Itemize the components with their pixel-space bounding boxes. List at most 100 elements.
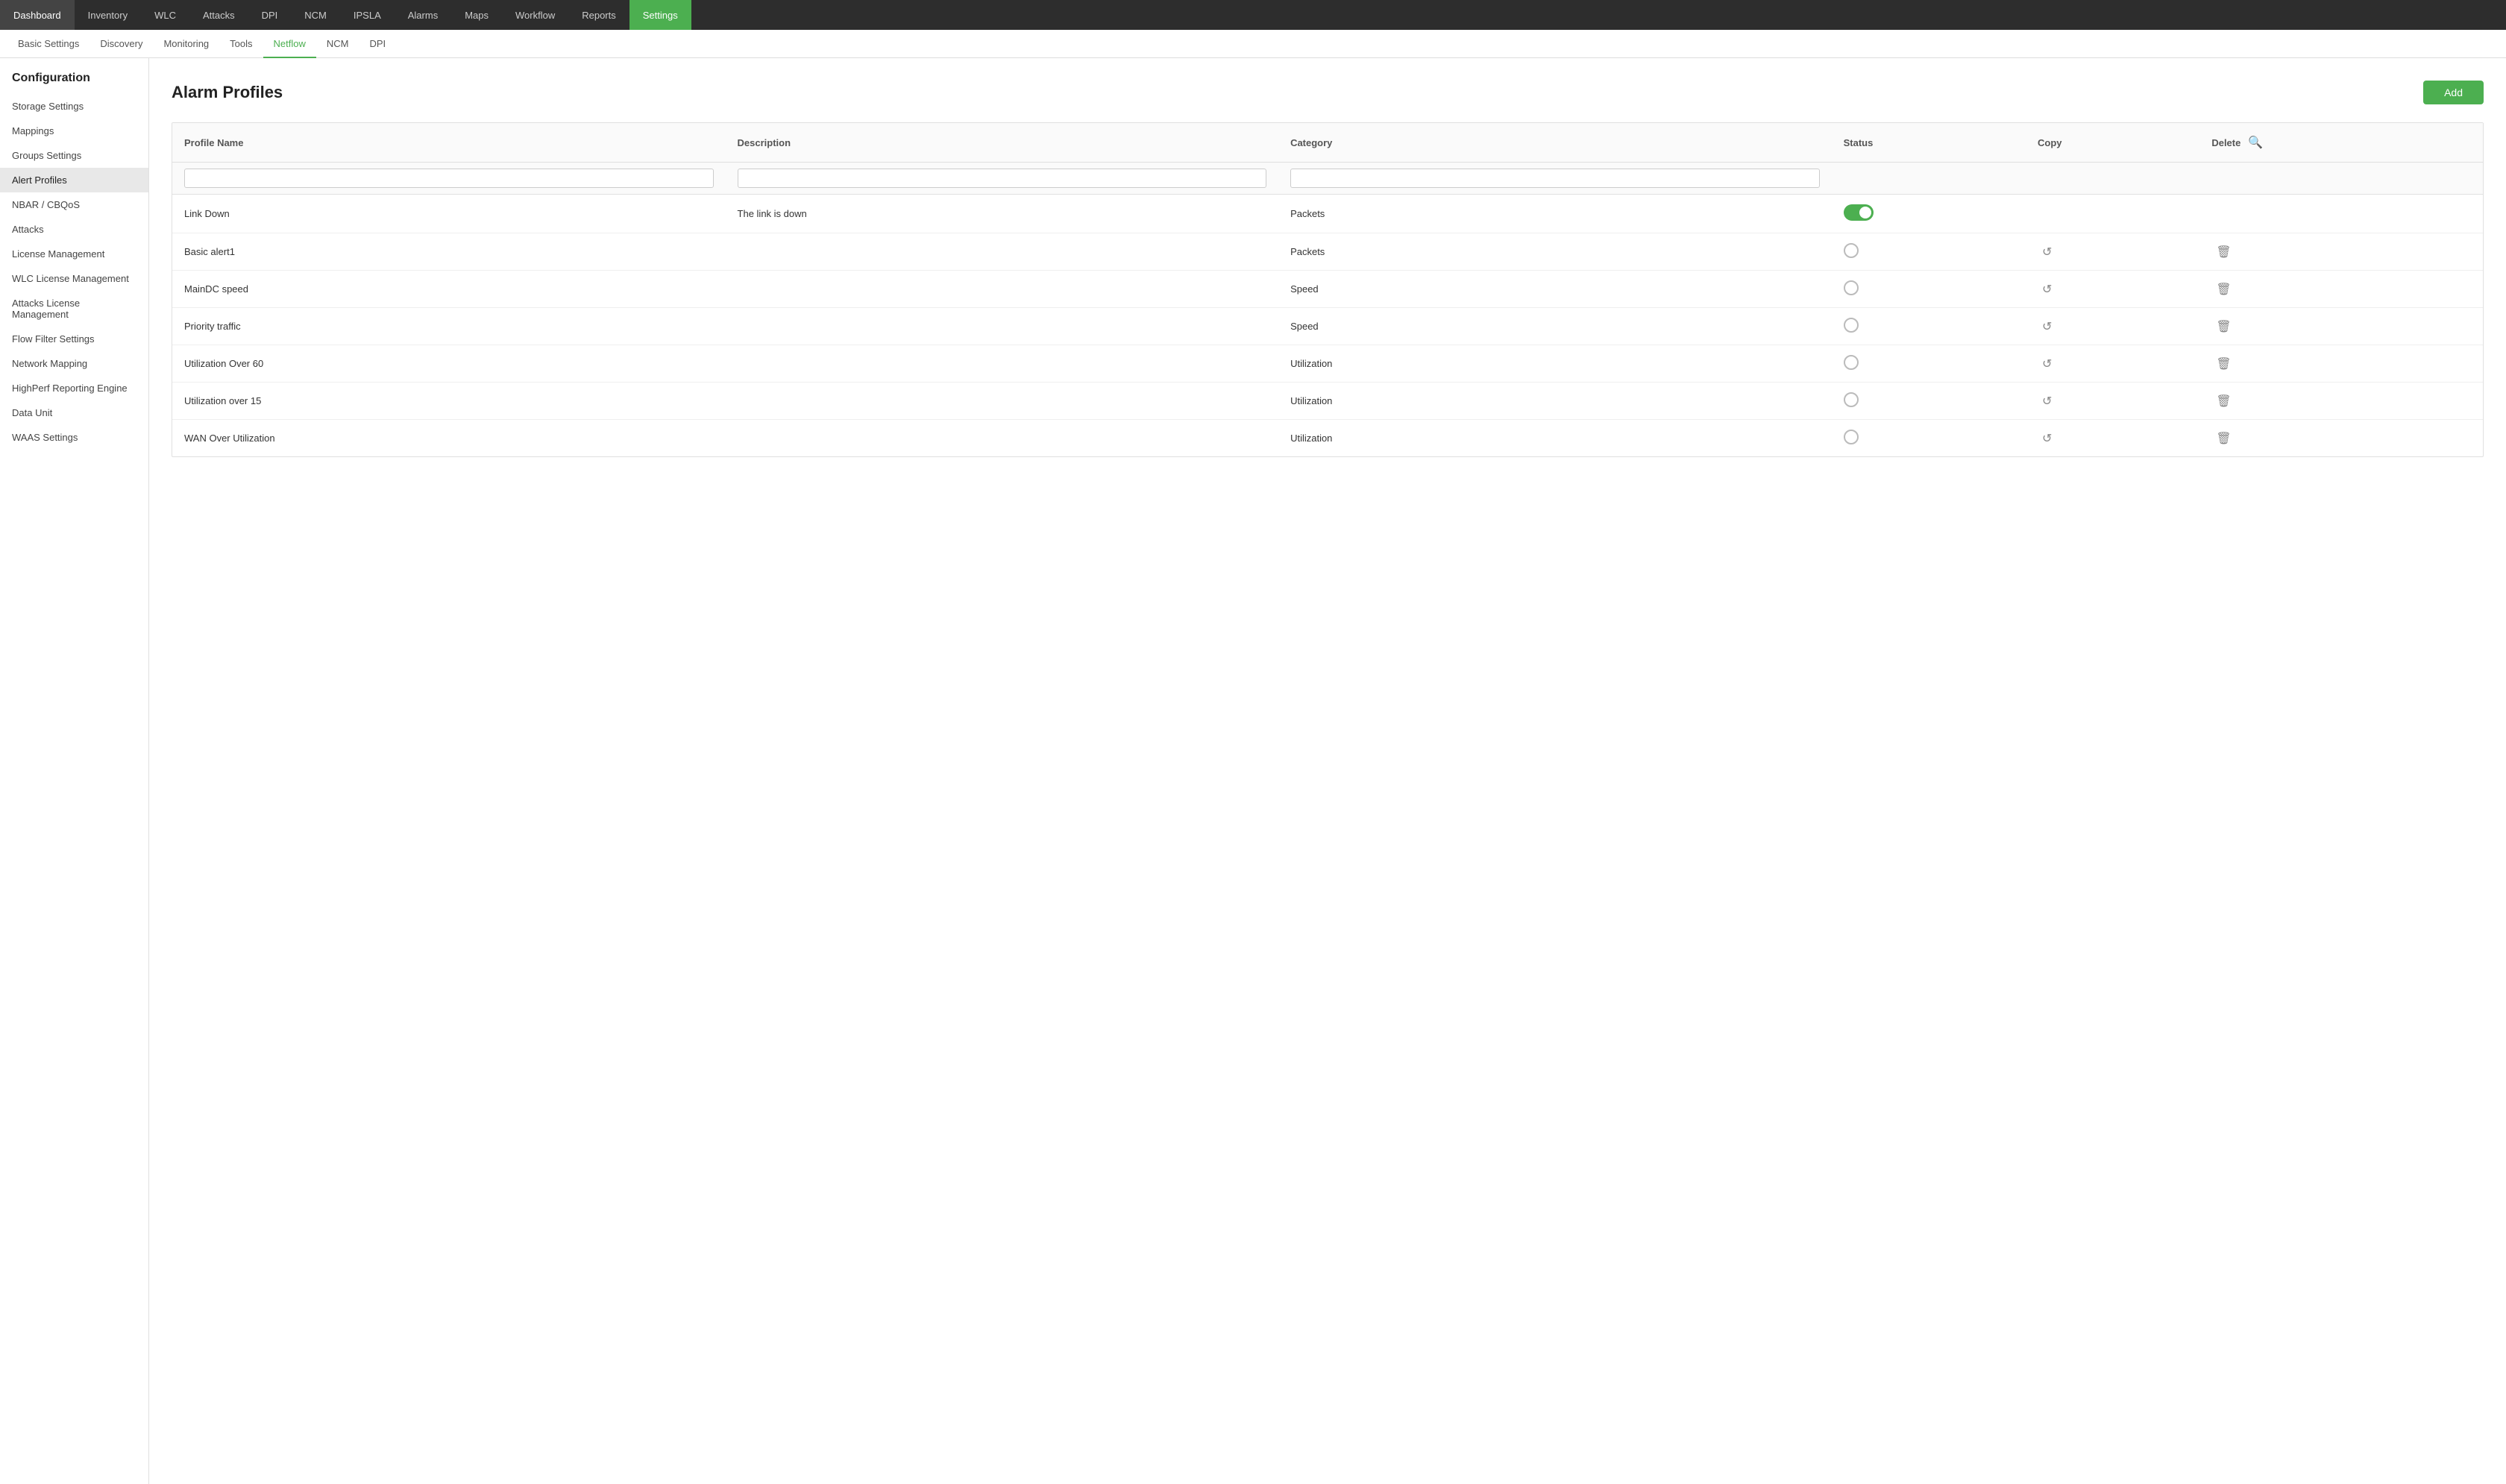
cell-copy: ↺ [2026, 383, 2199, 420]
cell-status [1832, 233, 2026, 271]
top-nav-item-wlc[interactable]: WLC [141, 0, 189, 30]
sidebar-item-waas-settings[interactable]: WAAS Settings [0, 425, 148, 450]
cell-category: Utilization [1278, 345, 1832, 383]
top-nav-item-ipsla[interactable]: IPSLA [340, 0, 395, 30]
cell-description [726, 233, 1279, 271]
cell-description [726, 420, 1279, 457]
status-toggle-off[interactable] [1844, 243, 1859, 258]
top-nav-item-dpi[interactable]: DPI [248, 0, 292, 30]
cell-description: The link is down [726, 195, 1279, 233]
filter-status-cell [1832, 163, 2026, 195]
second-nav-item-netflow[interactable]: Netflow [263, 31, 316, 58]
filter-category-input[interactable] [1290, 169, 1820, 188]
second-nav-item-discovery[interactable]: Discovery [90, 31, 153, 58]
cell-profile-name: Basic alert1 [172, 233, 726, 271]
table-row: MainDC speed Speed ↺ 🗑 [172, 271, 2483, 308]
top-nav-item-maps[interactable]: Maps [451, 0, 502, 30]
top-nav-item-attacks[interactable]: Attacks [189, 0, 248, 30]
top-nav-item-ncm[interactable]: NCM [291, 0, 340, 30]
second-nav-item-ncm[interactable]: NCM [316, 31, 359, 58]
cell-status [1832, 420, 2026, 457]
cell-status [1832, 345, 2026, 383]
alarm-profiles-table-wrapper: Profile Name Description Category Status [172, 122, 2484, 457]
table-body: Link DownThe link is downPacketsBasic al… [172, 195, 2483, 457]
top-nav-item-workflow[interactable]: Workflow [502, 0, 568, 30]
sidebar-item-network-mapping[interactable]: Network Mapping [0, 351, 148, 376]
second-nav-item-dpi[interactable]: DPI [359, 31, 396, 58]
top-nav-item-reports[interactable]: Reports [568, 0, 629, 30]
table-search-icon[interactable]: 🔍 [2245, 132, 2266, 153]
top-nav-item-alarms[interactable]: Alarms [395, 0, 451, 30]
top-nav-item-dashboard[interactable]: Dashboard [0, 0, 75, 30]
filter-row [172, 163, 2483, 195]
sidebar-item-nbar-cbqos[interactable]: NBAR / CBQoS [0, 192, 148, 217]
sidebar-item-flow-filter-settings[interactable]: Flow Filter Settings [0, 327, 148, 351]
cell-delete: 🗑 [2199, 383, 2483, 420]
table-row: Link DownThe link is downPackets [172, 195, 2483, 233]
top-nav-item-inventory[interactable]: Inventory [75, 0, 141, 30]
copy-icon[interactable]: ↺ [2038, 356, 2056, 372]
sidebar-item-attacks[interactable]: Attacks [0, 217, 148, 242]
copy-icon[interactable]: ↺ [2038, 282, 2056, 298]
filter-profile-name-input[interactable] [184, 169, 714, 188]
cell-status [1832, 308, 2026, 345]
sidebar-item-license-management[interactable]: License Management [0, 242, 148, 266]
cell-description [726, 383, 1279, 420]
copy-icon[interactable]: ↺ [2038, 431, 2056, 447]
delete-icon[interactable]: 🗑 [2211, 319, 2235, 335]
page-title: Alarm Profiles [172, 83, 283, 102]
status-toggle-on[interactable] [1844, 204, 1874, 221]
add-button[interactable]: Add [2423, 81, 2484, 104]
cell-copy: ↺ [2026, 233, 2199, 271]
cell-profile-name: Link Down [172, 195, 726, 233]
cell-description [726, 308, 1279, 345]
table-row: Priority trafficSpeed↺🗑 [172, 308, 2483, 345]
status-toggle-off[interactable] [1844, 355, 1859, 370]
second-navigation: Basic SettingsDiscoveryMonitoringToolsNe… [0, 30, 2506, 58]
cell-category: Utilization [1278, 383, 1832, 420]
sidebar-item-alert-profiles[interactable]: Alert Profiles [0, 168, 148, 192]
delete-icon[interactable]: 🗑 [2211, 282, 2235, 298]
cell-profile-name: MainDC speed [172, 271, 726, 308]
top-nav-item-settings[interactable]: Settings [629, 0, 691, 30]
copy-icon[interactable]: ↺ [2038, 394, 2056, 409]
filter-description-input[interactable] [738, 169, 1267, 188]
cell-delete: 🗑 [2199, 308, 2483, 345]
cell-status [1832, 271, 2026, 308]
delete-icon[interactable]: 🗑 [2211, 356, 2235, 372]
cell-category: Utilization [1278, 420, 1832, 457]
filter-delete-cell [2199, 163, 2483, 195]
cell-delete: 🗑 [2199, 233, 2483, 271]
copy-icon[interactable]: ↺ [2038, 245, 2056, 260]
sidebar-item-wlc-license-management[interactable]: WLC License Management [0, 266, 148, 291]
sidebar-item-attacks-license-management[interactable]: Attacks License Management [0, 291, 148, 327]
cell-status [1832, 383, 2026, 420]
status-toggle-off[interactable] [1844, 280, 1859, 295]
delete-icon[interactable]: 🗑 [2211, 245, 2235, 260]
sidebar-item-groups-settings[interactable]: Groups Settings [0, 143, 148, 168]
delete-icon[interactable]: 🗑 [2211, 431, 2235, 447]
col-header-status: Status [1832, 123, 2026, 163]
cell-status [1832, 195, 2026, 233]
second-nav-item-monitoring[interactable]: Monitoring [153, 31, 219, 58]
status-toggle-off[interactable] [1844, 430, 1859, 444]
cell-copy: ↺ [2026, 308, 2199, 345]
sidebar-item-data-unit[interactable]: Data Unit [0, 400, 148, 425]
delete-icon[interactable]: 🗑 [2211, 394, 2235, 409]
cell-copy: ↺ [2026, 420, 2199, 457]
cell-description [726, 345, 1279, 383]
table-row: WAN Over UtilizationUtilization↺🗑 [172, 420, 2483, 457]
second-nav-item-basic-settings[interactable]: Basic Settings [7, 31, 90, 58]
status-toggle-off[interactable] [1844, 318, 1859, 333]
sidebar-item-mappings[interactable]: Mappings [0, 119, 148, 143]
table-row: Utilization Over 60Utilization↺🗑 [172, 345, 2483, 383]
second-nav-item-tools[interactable]: Tools [219, 31, 263, 58]
sidebar-item-highperf-reporting-engine[interactable]: HighPerf Reporting Engine [0, 376, 148, 400]
copy-icon[interactable]: ↺ [2038, 319, 2056, 335]
cell-delete: 🗑 [2199, 420, 2483, 457]
cell-category: Speed [1278, 271, 1832, 308]
sidebar-items-container: Storage SettingsMappingsGroups SettingsA… [0, 94, 148, 450]
cell-delete: 🗑 [2199, 271, 2483, 308]
sidebar-item-storage-settings[interactable]: Storage Settings [0, 94, 148, 119]
status-toggle-off[interactable] [1844, 392, 1859, 407]
